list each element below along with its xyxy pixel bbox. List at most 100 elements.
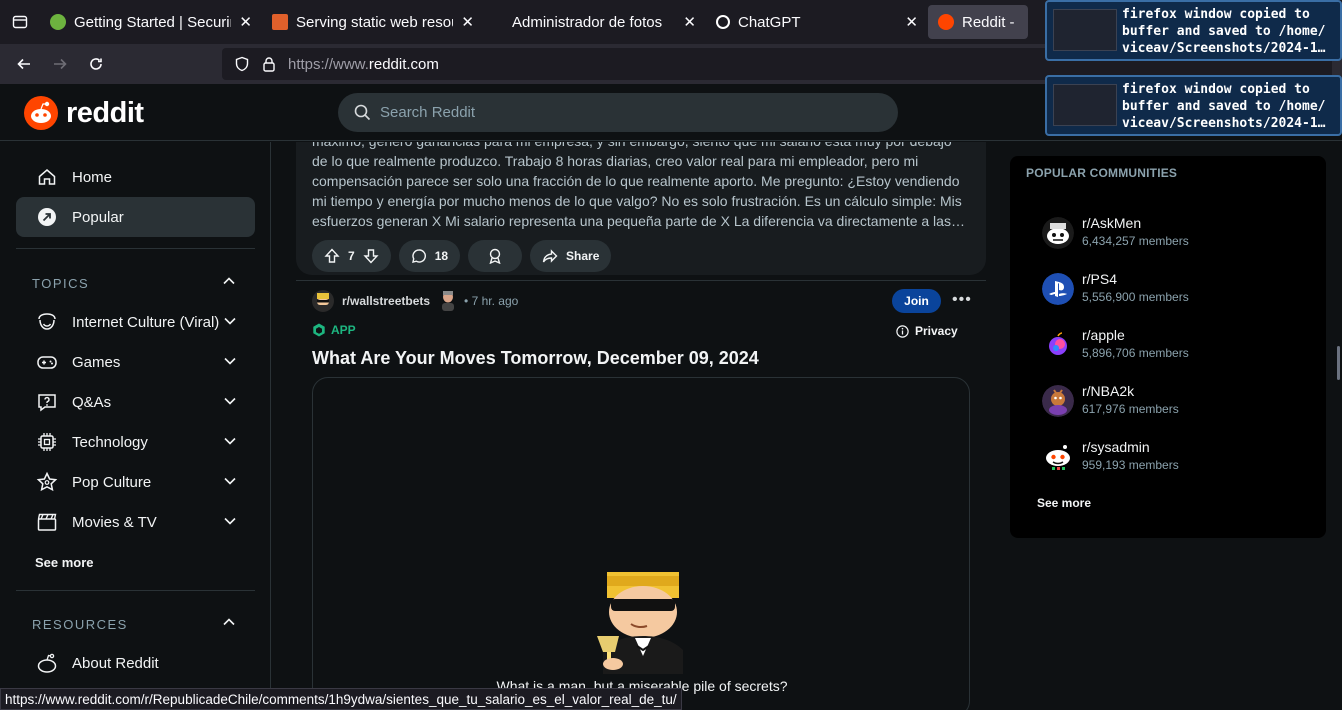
sidebar-item-games[interactable]: Games xyxy=(16,342,255,382)
close-tab-icon[interactable]: ✕ xyxy=(239,13,252,31)
chevron-down-icon xyxy=(224,397,236,405)
topics-see-more-link[interactable]: See more xyxy=(35,555,94,570)
community-item[interactable]: r/PS4 5,556,900 members xyxy=(1042,269,1302,309)
post-card[interactable]: r/wallstreetbets • 7 hr. ago Join ••• AP… xyxy=(296,280,986,710)
community-name: r/apple xyxy=(1082,327,1125,343)
reload-icon[interactable] xyxy=(78,46,114,82)
sidebar-item-popular[interactable]: Popular xyxy=(16,197,255,237)
main-feed: máximo, genero ganancias para mi empresa… xyxy=(296,142,986,710)
sidebar-item-label: Q&As xyxy=(72,393,112,411)
vote-control: 7 xyxy=(312,240,391,272)
browser-tab[interactable]: ChatGPT ✕ xyxy=(706,0,928,44)
comment-icon xyxy=(411,249,426,263)
browser-tab-active[interactable]: Reddit - Di xyxy=(928,5,1028,39)
community-item[interactable]: r/apple 5,896,706 members xyxy=(1042,325,1302,365)
home-icon xyxy=(36,166,58,188)
notification-line: buffer and saved to /home/ xyxy=(1122,24,1326,39)
comments-button[interactable]: 18 xyxy=(398,240,461,272)
sidebar-item-qas[interactable]: Q&As xyxy=(16,382,255,422)
sidebar-item-label: Technology xyxy=(72,433,148,451)
community-item[interactable]: r/sysadmin 959,193 members xyxy=(1042,437,1302,477)
subreddit-name[interactable]: r/wallstreetbets xyxy=(342,294,430,308)
vote-count: 7 xyxy=(348,249,355,263)
community-item[interactable]: r/AskMen 6,434,257 members xyxy=(1042,213,1302,253)
more-options-icon[interactable]: ••• xyxy=(952,291,972,309)
app-flair: APP xyxy=(312,323,356,337)
meme-character-image xyxy=(597,572,683,674)
privacy-link[interactable]: Privacy xyxy=(896,324,958,338)
post-body-line: de lo que realmente produzco. Trabajo 8 … xyxy=(312,153,919,169)
chevron-down-icon xyxy=(224,517,236,525)
chevron-down-icon xyxy=(224,437,236,445)
browser-tab[interactable]: Getting Started | Securing ✕ xyxy=(40,0,262,44)
subreddit-avatar[interactable] xyxy=(312,290,334,312)
chevron-up-icon xyxy=(223,277,235,285)
sidebar-item-home[interactable]: Home xyxy=(16,157,255,197)
apple-avatar xyxy=(1042,329,1074,361)
lock-icon[interactable] xyxy=(262,56,276,72)
close-tab-icon[interactable]: ✕ xyxy=(683,13,696,31)
communities-see-more-link[interactable]: See more xyxy=(1037,496,1091,510)
ps4-avatar xyxy=(1042,273,1074,305)
chatgpt-favicon-icon xyxy=(716,15,730,29)
post-body-line: máximo, genero ganancias para mi empresa… xyxy=(312,142,972,151)
post-title[interactable]: What Are Your Moves Tomorrow, December 0… xyxy=(312,348,759,369)
notification-line: viceav/Screenshots/2024-1… xyxy=(1122,116,1326,131)
stackoverflow-favicon-icon xyxy=(272,14,288,30)
join-button[interactable]: Join xyxy=(892,289,941,313)
topics-section-header[interactable]: TOPICS xyxy=(32,276,235,291)
resources-section-header[interactable]: RESOURCES xyxy=(32,617,235,632)
resources-title: RESOURCES xyxy=(32,617,128,632)
comment-count: 18 xyxy=(434,249,449,263)
reddit-logo[interactable]: reddit xyxy=(24,96,144,130)
tab-title: Administrador de fotos xyxy=(512,13,663,31)
close-tab-icon[interactable]: ✕ xyxy=(461,13,474,31)
chevron-down-icon xyxy=(224,317,236,325)
community-item[interactable]: r/NBA2k 617,976 members xyxy=(1042,381,1302,421)
reddit-favicon-icon xyxy=(938,14,954,30)
notification-line: firefox window copied to xyxy=(1122,82,1310,97)
left-sidebar: Home Popular TOPICS Internet Culture (Vi… xyxy=(0,142,271,710)
sidebar-item-movies-tv[interactable]: Movies & TV xyxy=(16,502,255,542)
notification-line: buffer and saved to /home/ xyxy=(1122,99,1326,114)
sidebar-item-about-reddit[interactable]: About Reddit xyxy=(16,643,255,683)
sidebar-item-label: Pop Culture xyxy=(72,473,152,491)
share-button[interactable]: Share xyxy=(530,240,612,272)
upvote-icon[interactable] xyxy=(324,248,340,264)
privacy-label: Privacy xyxy=(915,324,958,338)
post-media[interactable]: What is a man, but a miserable pile of s… xyxy=(312,377,970,710)
post-time: • 7 hr. ago xyxy=(464,294,519,308)
spring-favicon-icon xyxy=(50,14,66,30)
browser-tab[interactable]: Administrador de fotos ✕ xyxy=(484,0,706,44)
flair-label: APP xyxy=(331,323,356,337)
forward-arrow-icon[interactable] xyxy=(42,46,78,82)
link-status-bar: https://www.reddit.com/r/RepublicadeChil… xyxy=(0,688,682,710)
topics-title: TOPICS xyxy=(32,276,90,291)
browser-tab[interactable]: Serving static web resour ✕ xyxy=(262,0,484,44)
tab-list-icon[interactable] xyxy=(0,0,40,44)
sidebar-item-internet-culture[interactable]: Internet Culture (Viral) xyxy=(16,302,255,342)
tab-title: Getting Started | Securing xyxy=(74,13,232,31)
app-hexagon-icon xyxy=(313,323,325,337)
sidebar-item-pop-culture[interactable]: Pop Culture xyxy=(16,462,255,502)
award-button[interactable] xyxy=(468,240,523,272)
sidebar-divider xyxy=(16,248,255,249)
sidebar-item-technology[interactable]: Technology xyxy=(16,422,255,462)
popular-communities-panel: POPULAR COMMUNITIES r/AskMen 6,434,257 m… xyxy=(1010,156,1326,538)
page-scrollbar[interactable] xyxy=(1337,346,1340,380)
screenshot-notification[interactable]: firefox window copied to buffer and save… xyxy=(1045,75,1342,136)
community-name: r/AskMen xyxy=(1082,215,1142,231)
close-tab-icon[interactable]: ✕ xyxy=(905,13,918,31)
downvote-icon[interactable] xyxy=(363,248,379,264)
community-members: 5,556,900 members xyxy=(1082,290,1189,304)
share-label: Share xyxy=(566,249,600,263)
sidebar-divider xyxy=(16,590,255,591)
post-card[interactable]: máximo, genero ganancias para mi empresa… xyxy=(296,142,986,275)
user-avatar[interactable] xyxy=(440,291,456,311)
smile-icon xyxy=(36,311,58,333)
gamepad-icon xyxy=(36,351,58,373)
screenshot-notification[interactable]: firefox window copied to buffer and save… xyxy=(1045,0,1342,61)
back-arrow-icon[interactable] xyxy=(6,46,42,82)
tracking-shield-icon[interactable] xyxy=(234,56,250,72)
search-input[interactable]: Search Reddit xyxy=(338,93,898,132)
